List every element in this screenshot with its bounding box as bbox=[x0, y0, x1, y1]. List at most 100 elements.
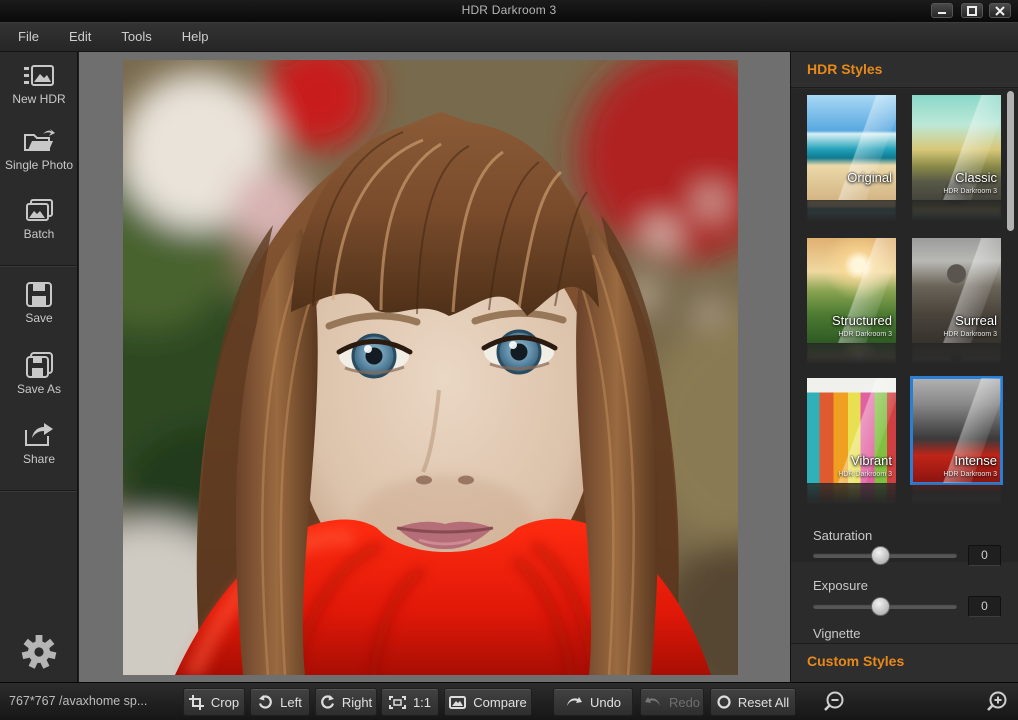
sidebar-item-save-as[interactable]: Save As bbox=[0, 352, 78, 396]
thumbnail-reflection bbox=[912, 200, 1001, 222]
sidebar-item-share[interactable]: Share bbox=[0, 422, 78, 466]
menu-help[interactable]: Help bbox=[170, 23, 221, 51]
rotate-left-icon bbox=[259, 694, 273, 709]
reset-all-label: Reset All bbox=[737, 694, 790, 710]
style-subtitle: HDR Darkroom 3 bbox=[943, 188, 997, 195]
sidebar-divider bbox=[0, 490, 77, 492]
exposure-value[interactable]: 0 bbox=[968, 596, 1001, 617]
style-subtitle: HDR Darkroom 3 bbox=[838, 471, 892, 478]
custom-styles-header[interactable]: Custom Styles bbox=[791, 643, 1018, 682]
crop-label: Crop bbox=[210, 694, 240, 710]
sidebar-item-batch[interactable]: Batch bbox=[0, 198, 78, 241]
settings-button[interactable] bbox=[0, 634, 78, 675]
saturation-value[interactable]: 0 bbox=[968, 545, 1001, 566]
actual-size-label: 1:1 bbox=[412, 694, 432, 710]
saturation-slider-thumb[interactable] bbox=[871, 546, 890, 565]
sidebar-item-label: Share bbox=[22, 452, 56, 466]
thumbnail-reflection bbox=[807, 200, 896, 222]
exposure-slider[interactable] bbox=[813, 597, 957, 616]
style-tile-structured[interactable]: Structured HDR Darkroom 3 bbox=[807, 238, 896, 365]
editor-canvas bbox=[79, 52, 790, 682]
rotate-right-label: Right bbox=[341, 694, 373, 710]
thumbnail-reflection bbox=[807, 483, 896, 505]
menu-bar: File Edit Tools Help bbox=[0, 22, 1018, 52]
exposure-label: Exposure bbox=[813, 578, 868, 593]
sidebar-item-label: Save bbox=[25, 311, 53, 325]
undo-label: Undo bbox=[589, 694, 622, 710]
rotate-left-button[interactable]: Left bbox=[250, 688, 310, 716]
vignette-label: Vignette bbox=[813, 626, 861, 641]
sidebar-item-new-hdr[interactable]: New HDR bbox=[0, 64, 78, 106]
sidebar: New HDR Single Photo Batch Save Save As … bbox=[0, 52, 78, 682]
sidebar-item-label: Single Photo bbox=[4, 158, 74, 172]
window-title: HDR Darkroom 3 bbox=[461, 3, 557, 17]
hdr-darkroom-window: HDR Darkroom 3 File Edit Tools Help New … bbox=[0, 0, 1018, 720]
save-as-icon bbox=[26, 352, 53, 378]
title-bar: HDR Darkroom 3 bbox=[0, 0, 1018, 22]
undo-button[interactable]: Undo bbox=[553, 688, 633, 716]
reset-icon bbox=[717, 695, 731, 709]
sidebar-item-save[interactable]: Save bbox=[0, 282, 78, 325]
style-subtitle: HDR Darkroom 3 bbox=[838, 331, 892, 338]
sidebar-item-single-photo[interactable]: Single Photo bbox=[0, 128, 78, 172]
sidebar-divider bbox=[0, 265, 77, 267]
compare-button[interactable]: Compare bbox=[444, 688, 532, 716]
custom-styles-title: Custom Styles bbox=[807, 653, 905, 669]
style-subtitle: HDR Darkroom 3 bbox=[943, 471, 997, 478]
bottom-toolbar: 767*767 /avaxhome sp... Crop Left Right bbox=[0, 682, 1018, 720]
style-name: Classic bbox=[955, 170, 997, 185]
new-hdr-icon bbox=[24, 65, 54, 86]
menu-file[interactable]: File bbox=[6, 23, 51, 51]
crop-icon bbox=[188, 694, 204, 710]
style-name: Vibrant bbox=[851, 453, 892, 468]
redo-button[interactable]: Redo bbox=[640, 688, 704, 716]
save-icon bbox=[26, 282, 52, 307]
hdr-styles-header: HDR Styles bbox=[791, 52, 1018, 88]
style-tile-surreal[interactable]: Surreal HDR Darkroom 3 bbox=[912, 238, 1001, 365]
rotate-right-button[interactable]: Right bbox=[315, 688, 377, 716]
style-thumbnails: Original Classic HDR Darkroom 3 Structur… bbox=[791, 89, 1018, 562]
fit-frame-icon bbox=[388, 695, 406, 709]
sidebar-item-label: Batch bbox=[23, 227, 55, 241]
zoom-in-button[interactable] bbox=[985, 690, 1009, 719]
style-subtitle: HDR Darkroom 3 bbox=[943, 331, 997, 338]
share-icon bbox=[25, 423, 53, 446]
thumbnail-reflection bbox=[807, 343, 896, 365]
rotate-right-icon bbox=[320, 694, 334, 709]
hdr-styles-title: HDR Styles bbox=[807, 61, 883, 77]
close-icon bbox=[995, 5, 1005, 16]
crop-button[interactable]: Crop bbox=[183, 688, 245, 716]
maximize-button[interactable] bbox=[961, 3, 983, 18]
photo-preview[interactable] bbox=[123, 60, 738, 675]
gear-icon bbox=[21, 635, 57, 669]
menu-tools[interactable]: Tools bbox=[109, 23, 163, 51]
compare-label: Compare bbox=[473, 694, 527, 710]
actual-size-button[interactable]: 1:1 bbox=[381, 688, 439, 716]
thumbnail-reflection bbox=[912, 343, 1001, 365]
menu-edit[interactable]: Edit bbox=[57, 23, 103, 51]
rotate-left-label: Left bbox=[280, 694, 302, 710]
redo-label: Redo bbox=[668, 694, 701, 710]
panel-scrollbar[interactable] bbox=[1007, 91, 1014, 231]
open-folder-icon bbox=[24, 129, 55, 151]
style-tile-original[interactable]: Original bbox=[807, 95, 896, 222]
saturation-slider[interactable] bbox=[813, 546, 957, 565]
thumbnail-reflection bbox=[912, 483, 1001, 505]
style-tile-intense-selected[interactable]: Intense HDR Darkroom 3 bbox=[910, 376, 1003, 505]
styles-panel: HDR Styles Original Classic HDR Darkroom… bbox=[790, 52, 1018, 682]
close-button[interactable] bbox=[989, 3, 1011, 18]
style-name: Original bbox=[847, 170, 892, 185]
reset-all-button[interactable]: Reset All bbox=[710, 688, 796, 716]
style-tile-vibrant[interactable]: Vibrant HDR Darkroom 3 bbox=[807, 378, 896, 505]
status-text: 767*767 /avaxhome sp... bbox=[9, 694, 148, 708]
exposure-slider-thumb[interactable] bbox=[871, 597, 890, 616]
minimize-icon bbox=[938, 11, 946, 14]
zoom-out-button[interactable] bbox=[822, 690, 846, 719]
minimize-button[interactable] bbox=[931, 3, 953, 18]
style-tile-classic[interactable]: Classic HDR Darkroom 3 bbox=[912, 95, 1001, 222]
sidebar-item-label: New HDR bbox=[12, 92, 66, 106]
sidebar-item-label: Save As bbox=[16, 382, 62, 396]
undo-icon bbox=[566, 697, 582, 706]
saturation-label: Saturation bbox=[813, 528, 873, 543]
compare-icon bbox=[449, 695, 467, 709]
